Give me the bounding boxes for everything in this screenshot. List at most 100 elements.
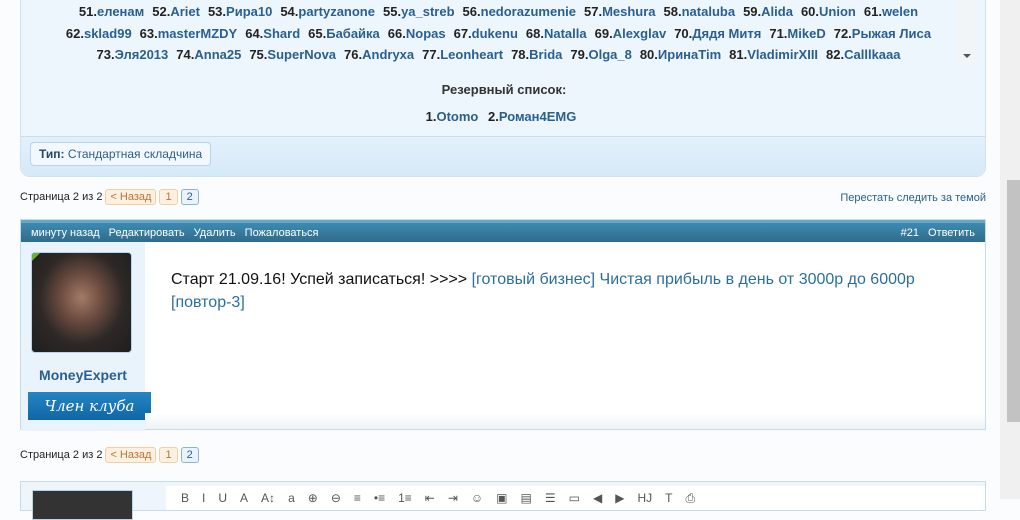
- delete-link[interactable]: Удалить: [194, 227, 236, 239]
- participant: 81.VladimirXIII: [729, 47, 819, 62]
- toolbar-button-icon[interactable]: ⇥: [443, 491, 463, 505]
- username-link[interactable]: MoneyExpert: [21, 367, 145, 383]
- participant-link[interactable]: Бабайка: [326, 26, 380, 41]
- participant-link[interactable]: Дядя Митя: [692, 26, 761, 41]
- participant-link[interactable]: dukenu: [472, 26, 518, 41]
- participant-link[interactable]: welen: [882, 4, 918, 19]
- toolbar-button-icon[interactable]: ▭: [564, 491, 585, 505]
- prev-page-button[interactable]: < Назад: [105, 447, 157, 463]
- toolbar-button-icon[interactable]: HJ: [632, 491, 657, 505]
- report-link[interactable]: Пожаловаться: [245, 227, 319, 239]
- reserve-user-link[interactable]: Otomo: [436, 109, 478, 124]
- participant-link[interactable]: Shard: [263, 26, 300, 41]
- toolbar-button-icon[interactable]: ≡: [349, 491, 366, 505]
- participant-link[interactable]: Leonheart: [440, 47, 503, 62]
- online-indicator-icon: [32, 253, 41, 262]
- user-info: MoneyExpert Член клуба: [21, 242, 151, 431]
- reserve-title: Резервный список:: [441, 82, 567, 97]
- participant-link[interactable]: ya_streb: [401, 4, 454, 19]
- participant: 52.Ariet: [152, 4, 200, 19]
- toolbar-button-icon[interactable]: T: [660, 491, 677, 505]
- participant-link[interactable]: VladimirXIII: [747, 47, 818, 62]
- participant: 77.Leonheart: [422, 47, 504, 62]
- toolbar-button-icon[interactable]: ☺: [466, 491, 488, 505]
- participant-link[interactable]: Brida: [529, 47, 562, 62]
- participant-link[interactable]: еленам: [97, 4, 144, 19]
- participant-link[interactable]: Рира10: [226, 4, 272, 19]
- participant: 71.MikeD: [769, 25, 826, 41]
- participant-link[interactable]: Union: [819, 4, 856, 19]
- participant-link[interactable]: sklad99: [84, 26, 132, 41]
- participant-link[interactable]: ИринаTim: [658, 47, 721, 62]
- participant: 54.partyzanone: [280, 4, 375, 19]
- participant: 58.nataluba: [663, 4, 736, 19]
- prev-page-button[interactable]: < Назад: [105, 189, 157, 205]
- toolbar-button-icon[interactable]: ▤: [516, 491, 537, 505]
- reply-link[interactable]: Ответить: [928, 227, 975, 239]
- reply-editor: B I U A A↕ a ⊕ ⊖ ≡ •≡ 1≡ ⇤ ⇥ ☺ ▣ ▤ ☰ ▭ ◀ ▶ HJ T ⎙: [20, 481, 986, 520]
- edit-link[interactable]: Редактировать: [109, 227, 185, 239]
- reserve-user-link[interactable]: Роман4EMG: [499, 109, 577, 124]
- participant-link[interactable]: Эля2013: [115, 47, 169, 62]
- toolbar-button-icon[interactable]: ◀: [588, 491, 607, 505]
- participant-link[interactable]: MikeD: [787, 26, 825, 41]
- unwatch-thread-link[interactable]: Перестать следить за темой: [840, 192, 986, 204]
- post-header: минуту назад Редактировать Удалить Пожал…: [21, 220, 985, 242]
- participant-link[interactable]: Natalla: [544, 26, 587, 41]
- scroll-down-arrow-icon[interactable]: [963, 54, 971, 58]
- participant: 74.Anna25: [176, 47, 242, 62]
- participant-link[interactable]: Alexglav: [613, 26, 666, 41]
- participant-link[interactable]: masterMZDY: [158, 26, 237, 41]
- participant-link[interactable]: Meshura: [602, 4, 655, 19]
- participants-row: 62.sklad99 63.masterMZDY 64.Shard 65.Бабайк…: [21, 23, 976, 45]
- participant: 65.Бабайка: [308, 25, 380, 41]
- page-info: Страница 2 из 2: [20, 449, 103, 461]
- participant-link[interactable]: SuperNova: [267, 47, 336, 62]
- post-number-link[interactable]: #21: [901, 227, 919, 239]
- list-scrollbar[interactable]: [956, 1, 976, 65]
- toolbar-button-icon[interactable]: 1≡: [393, 491, 417, 505]
- avatar[interactable]: [31, 252, 132, 353]
- pagination-bottom: Страница 2 из 2 < Назад 1 2: [20, 447, 199, 463]
- toolbar-button-icon[interactable]: ⎙: [680, 491, 700, 506]
- toolbar-button-icon[interactable]: ☰: [540, 491, 561, 505]
- post-time-link[interactable]: минуту назад: [31, 227, 100, 239]
- toolbar-button-icon[interactable]: ▣: [491, 491, 512, 505]
- participant-link[interactable]: Anna25: [194, 47, 241, 62]
- page-2-button[interactable]: 2: [180, 189, 199, 205]
- toolbar-button-icon[interactable]: U: [213, 491, 232, 505]
- participant-link[interactable]: Olga_8: [588, 47, 631, 62]
- toolbar-button-icon[interactable]: •≡: [369, 491, 390, 505]
- participant: 82.Calllkaaa: [826, 47, 901, 62]
- page-1-button[interactable]: 1: [159, 447, 178, 463]
- page-2-button[interactable]: 2: [180, 447, 199, 463]
- user-title-badge: Член клуба: [28, 392, 151, 420]
- toolbar-button-icon[interactable]: A: [235, 491, 253, 505]
- type-button[interactable]: Тип: Стандартная складчина: [30, 142, 212, 166]
- toolbar-button-icon[interactable]: ⇤: [420, 491, 440, 505]
- participant: 68.Natalla: [525, 25, 587, 41]
- participant: 76.Andryxa: [344, 47, 415, 62]
- toolbar-button-icon[interactable]: B: [176, 491, 194, 505]
- participant-link[interactable]: partyzanone: [298, 4, 375, 19]
- participant-link[interactable]: Alida: [761, 4, 793, 19]
- toolbar-button-icon[interactable]: A↕: [256, 491, 280, 505]
- participant-link[interactable]: nedorazumenie: [481, 4, 576, 19]
- toolbar-button-icon[interactable]: ⊖: [326, 491, 346, 505]
- toolbar-button-icon[interactable]: a: [283, 491, 300, 505]
- toolbar-button-icon[interactable]: ▶: [610, 491, 629, 505]
- participant: 57.Meshura: [583, 4, 656, 19]
- page-scrollbar-thumb[interactable]: [1007, 180, 1020, 422]
- page-1-button[interactable]: 1: [159, 189, 178, 205]
- participant-link[interactable]: Рыжая Лиса: [852, 26, 931, 41]
- participant-link[interactable]: Nopas: [406, 26, 446, 41]
- toolbar-button-icon[interactable]: ⊕: [303, 491, 323, 505]
- page-info: Страница 2 из 2: [20, 191, 103, 203]
- participant: 72.Рыжая Лиса: [833, 25, 932, 41]
- participant-link[interactable]: Calllkaaa: [844, 47, 900, 62]
- participant-link[interactable]: Andryxa: [362, 47, 414, 62]
- participant: 66.Nopas: [387, 25, 446, 41]
- participant-link[interactable]: nataluba: [682, 4, 735, 19]
- toolbar-button-icon[interactable]: I: [197, 491, 210, 505]
- participant-link[interactable]: Ariet: [170, 4, 200, 19]
